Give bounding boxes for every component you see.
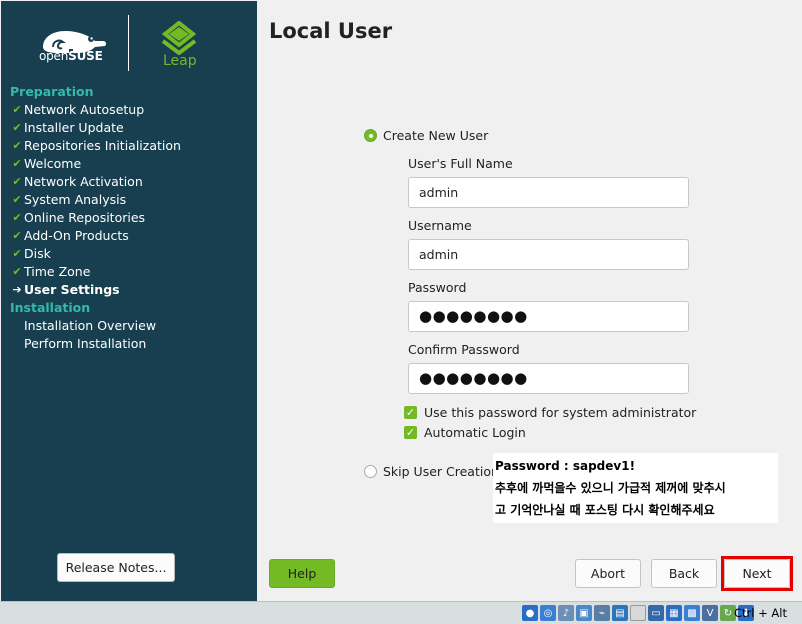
installer-sidebar: openSUSE Leap Preparation ✔ Network Autos… bbox=[1, 1, 257, 601]
opensuse-suffix: SUSE bbox=[68, 49, 103, 63]
skip-user-radio[interactable] bbox=[364, 465, 377, 478]
vt-x-icon[interactable]: V bbox=[702, 605, 718, 621]
logo-divider bbox=[128, 15, 129, 71]
usb-icon[interactable]: ⌁ bbox=[594, 605, 610, 621]
step-user-settings: ➔ User Settings bbox=[10, 281, 250, 299]
step-online-repositories: ✔ Online Repositories bbox=[10, 209, 250, 227]
checkmark-icon: ✔ bbox=[12, 103, 22, 116]
step-repositories-initialization: ✔ Repositories Initialization bbox=[10, 137, 250, 155]
step-label: Network Autosetup bbox=[24, 102, 145, 117]
back-button[interactable]: Back bbox=[651, 559, 717, 588]
release-notes-button[interactable]: Release Notes... bbox=[57, 553, 175, 582]
step-perform-installation: Perform Installation bbox=[24, 336, 147, 351]
auto-login-label[interactable]: Automatic Login bbox=[424, 425, 526, 440]
step-system-analysis: ✔ System Analysis bbox=[10, 191, 250, 209]
step-label: Repositories Initialization bbox=[24, 138, 181, 153]
step-network-activation: ✔ Network Activation bbox=[10, 173, 250, 191]
create-user-label[interactable]: Create New User bbox=[383, 128, 488, 143]
step-time-zone: ✔ Time Zone bbox=[10, 263, 250, 281]
network-icon[interactable]: ▣ bbox=[576, 605, 592, 621]
help-button[interactable]: Help bbox=[269, 559, 335, 588]
full-name-label: User's Full Name bbox=[408, 156, 513, 171]
step-label: Disk bbox=[24, 246, 51, 261]
page-title: Local User bbox=[269, 19, 393, 43]
username-label: Username bbox=[408, 218, 472, 233]
annotation-line-3: 고 기억안나실 때 포스팅 다시 확인해주세요 bbox=[495, 503, 715, 517]
optical-drive-icon[interactable]: ◎ bbox=[540, 605, 556, 621]
opensuse-wordmark: openSUSE bbox=[39, 49, 103, 63]
cpu-icon[interactable]: ▩ bbox=[684, 605, 700, 621]
recording-icon[interactable]: ▦ bbox=[666, 605, 682, 621]
step-label: Welcome bbox=[24, 156, 82, 171]
status-tray: ● ◎ ♪ ▣ ⌁ ▤ ▭ ▦ ▩ V ↻ ⬇ bbox=[522, 605, 754, 621]
checkmark-icon: ✔ bbox=[12, 193, 22, 206]
vm-status-bar: ● ◎ ♪ ▣ ⌁ ▤ ▭ ▦ ▩ V ↻ ⬇ Ctrl + Alt bbox=[0, 601, 802, 624]
next-button-highlight bbox=[721, 556, 793, 591]
password-label: Password bbox=[408, 280, 467, 295]
step-label: System Analysis bbox=[24, 192, 127, 207]
leap-logo bbox=[161, 21, 197, 55]
step-label: Network Activation bbox=[24, 174, 143, 189]
checkmark-icon: ✔ bbox=[12, 247, 22, 260]
section-installation: Installation bbox=[10, 300, 91, 315]
annotation-line-1: Password : sapdev1! bbox=[495, 459, 636, 473]
username-field[interactable]: admin bbox=[408, 239, 689, 270]
use-for-admin-label[interactable]: Use this password for system administrat… bbox=[424, 405, 696, 420]
installation-steps: Preparation ✔ Network Autosetup ✔ Installe… bbox=[10, 83, 250, 353]
step-label: Online Repositories bbox=[24, 210, 146, 225]
display-icon[interactable] bbox=[630, 605, 646, 621]
arrow-right-icon: ➔ bbox=[12, 283, 22, 296]
skip-user-label[interactable]: Skip User Creation bbox=[383, 464, 499, 479]
step-add-on-products: ✔ Add-On Products bbox=[10, 227, 250, 245]
opensuse-prefix: open bbox=[39, 49, 69, 63]
installer-window: openSUSE Leap Preparation ✔ Network Autos… bbox=[0, 0, 802, 601]
step-label: User Settings bbox=[24, 282, 120, 297]
password-annotation: Password : sapdev1! 추후에 까먹을수 있으니 가급적 제꺼에… bbox=[493, 453, 778, 523]
checkmark-icon: ✔ bbox=[12, 121, 22, 134]
shared-folders-icon[interactable]: ▤ bbox=[612, 605, 628, 621]
checkmark-icon: ✔ bbox=[12, 211, 22, 224]
checkmark-icon: ✔ bbox=[12, 139, 22, 152]
checkmark-icon: ✔ bbox=[12, 229, 22, 242]
step-welcome: ✔ Welcome bbox=[10, 155, 250, 173]
confirm-password-field[interactable]: ●●●●●●●● bbox=[408, 363, 689, 394]
step-installer-update: ✔ Installer Update bbox=[10, 119, 250, 137]
checkmark-icon: ✔ bbox=[12, 157, 22, 170]
full-name-field[interactable]: admin bbox=[408, 177, 689, 208]
main-content: Local User Create New User User's Full N… bbox=[257, 1, 802, 601]
checkmark-icon: ✔ bbox=[12, 265, 22, 278]
hard-disk-icon[interactable]: ● bbox=[522, 605, 538, 621]
step-label: Installer Update bbox=[24, 120, 124, 135]
host-key-label: Ctrl + Alt bbox=[734, 606, 787, 620]
create-user-radio[interactable] bbox=[364, 129, 377, 142]
audio-icon[interactable]: ♪ bbox=[558, 605, 574, 621]
use-for-admin-checkbox[interactable]: ✓ bbox=[404, 406, 417, 419]
logo-area: openSUSE Leap bbox=[1, 1, 257, 77]
step-label: Add-On Products bbox=[24, 228, 129, 243]
leap-wordmark: Leap bbox=[163, 53, 197, 69]
abort-button[interactable]: Abort bbox=[575, 559, 641, 588]
auto-login-checkbox[interactable]: ✓ bbox=[404, 426, 417, 439]
screen-icon[interactable]: ▭ bbox=[648, 605, 664, 621]
section-preparation: Preparation bbox=[10, 84, 94, 99]
confirm-password-label: Confirm Password bbox=[408, 342, 520, 357]
step-installation-overview: Installation Overview bbox=[24, 318, 157, 333]
password-field[interactable]: ●●●●●●●● bbox=[408, 301, 689, 332]
checkmark-icon: ✔ bbox=[12, 175, 22, 188]
annotation-line-2: 추후에 까먹을수 있으니 가급적 제꺼에 맞추시 bbox=[495, 481, 726, 495]
step-network-autosetup: ✔ Network Autosetup bbox=[10, 101, 250, 119]
step-disk: ✔ Disk bbox=[10, 245, 250, 263]
step-label: Time Zone bbox=[24, 264, 91, 279]
